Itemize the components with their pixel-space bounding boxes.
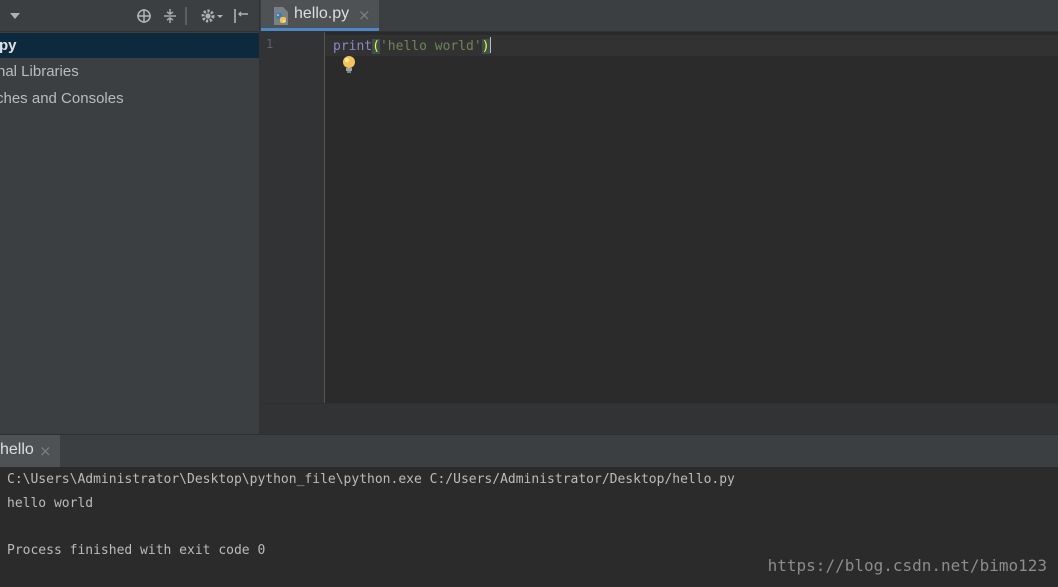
tree-item-py[interactable]: py: [0, 33, 259, 58]
code-close-paren: ): [481, 39, 490, 54]
editor-breadcrumb-bar: [260, 403, 1058, 435]
close-icon[interactable]: ×: [358, 6, 371, 24]
tree-item-label: ches and Consoles: [0, 90, 124, 107]
text-caret: [489, 37, 491, 53]
tab-label: hello.py: [294, 5, 350, 22]
run-tab-label: hello: [0, 441, 34, 458]
lightbulb-icon[interactable]: [342, 55, 356, 75]
watermark: https://blog.csdn.net/bimo123: [767, 556, 1047, 575]
hide-panel-icon[interactable]: [232, 7, 250, 25]
toolbar-separator: [183, 7, 189, 25]
run-tab-bar: hello ×: [0, 434, 1058, 468]
console-line: Process finished with exit code 0: [7, 543, 266, 558]
gear-icon[interactable]: [198, 7, 226, 25]
editor-tab-bar: hello.py ×: [260, 0, 1058, 32]
tree-item-scratches-and-consoles[interactable]: ches and Consoles: [0, 86, 259, 111]
active-tab-indicator: [261, 28, 379, 31]
tree-item-external-libraries[interactable]: nal Libraries: [0, 59, 259, 84]
crosshair-icon[interactable]: [135, 7, 153, 25]
run-tab-hello[interactable]: hello ×: [0, 435, 60, 467]
tree-item-label: nal Libraries: [0, 63, 79, 80]
collapse-icon[interactable]: [161, 7, 179, 25]
line-number: 1: [266, 37, 274, 51]
editor-tab-hello-py[interactable]: hello.py ×: [261, 0, 379, 31]
code-editor[interactable]: print('hello world'): [325, 32, 1058, 403]
console-line: hello world: [7, 496, 94, 511]
dropdown-arrow-icon[interactable]: [6, 7, 24, 25]
project-panel: py nal Libraries ches and Consoles: [0, 0, 260, 434]
close-icon[interactable]: ×: [39, 442, 52, 460]
code-open-paren: (: [372, 39, 380, 54]
python-file-icon: [274, 7, 288, 25]
console-line: C:\Users\Administrator\Desktop\python_fi…: [7, 472, 735, 487]
tree-item-label: py: [0, 37, 17, 54]
code-string: 'hello world': [379, 39, 482, 54]
editor-gutter: 1: [260, 32, 325, 403]
code-line[interactable]: print('hello world'): [333, 37, 491, 54]
project-toolbar: [0, 0, 259, 32]
code-function-name: print: [333, 39, 373, 54]
